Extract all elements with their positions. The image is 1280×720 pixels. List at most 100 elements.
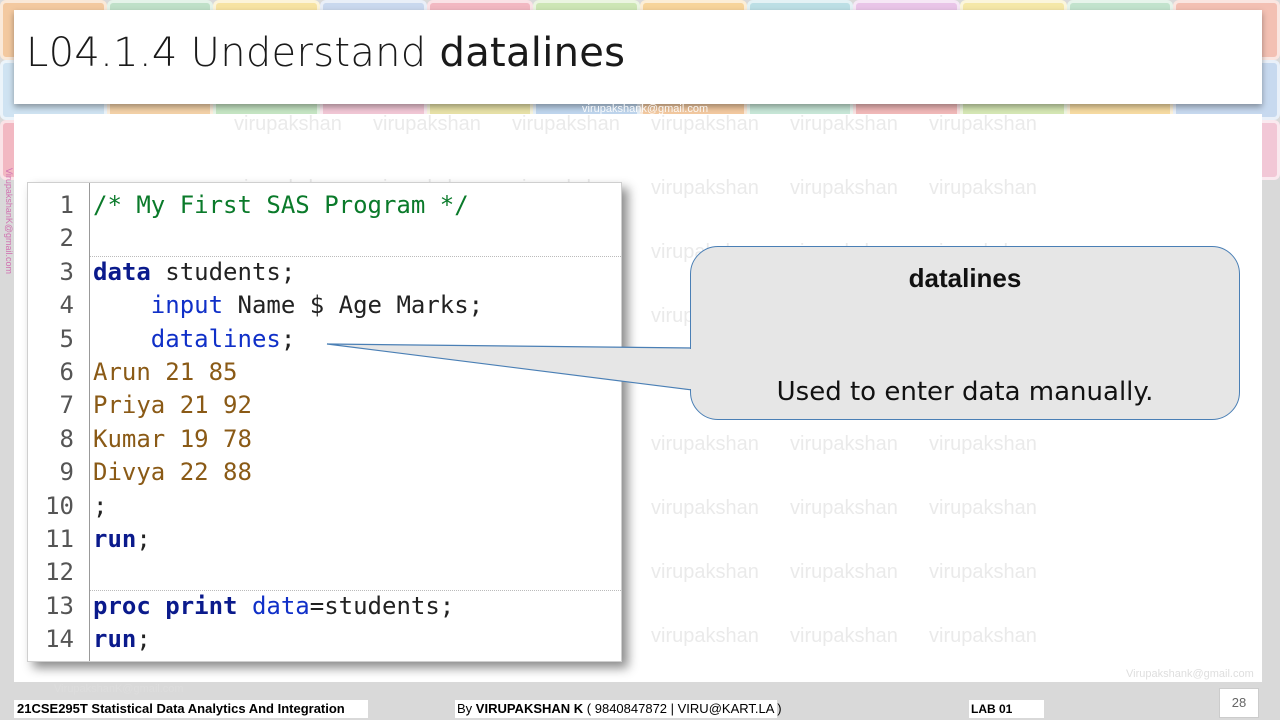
watermark-text: virupakshan <box>929 624 1037 647</box>
title-keyword: datalines <box>439 30 626 76</box>
code-text: datalines; <box>93 323 296 356</box>
code-line: 14 run; <box>28 623 621 656</box>
code-line: 12 <box>28 556 621 589</box>
watermark-text: virupakshan <box>929 112 1037 135</box>
code-text: Arun 21 85 <box>93 356 238 389</box>
line-number: 13 <box>45 591 74 620</box>
code-line: 2 <box>28 222 621 255</box>
line-number: 2 <box>59 224 74 253</box>
code-token: Name $ Age Marks; <box>223 291 484 320</box>
watermark-text: virupakshan <box>790 432 898 455</box>
code-separator <box>90 589 621 591</box>
code-text: Priya 21 92 <box>93 389 252 422</box>
code-token: Arun 21 85 <box>93 358 238 386</box>
callout-box: datalines Used to enter data manually. <box>690 246 1240 420</box>
watermark-text: virupakshan <box>651 560 759 583</box>
page-number: 28 <box>1219 688 1259 718</box>
author-name: VIRUPAKSHAN K <box>475 701 584 716</box>
code-token: Divya 22 88 <box>93 458 252 487</box>
code-token: datalines <box>150 324 281 353</box>
code-text: run; <box>93 623 151 656</box>
line-number: 4 <box>59 291 74 320</box>
code-line: 8 Kumar 19 78 <box>28 423 621 456</box>
watermark-text: virupakshan <box>651 112 759 135</box>
line-number: 3 <box>59 257 74 286</box>
watermark-text: virupakshan <box>651 624 759 647</box>
code-token: data <box>251 591 310 620</box>
watermark-text: virupakshan <box>790 560 898 583</box>
code-line: 6 Arun 21 85 <box>28 356 621 389</box>
code-token: run <box>93 525 137 553</box>
watermark-text: virupakshan <box>234 112 342 135</box>
watermark-text: virupakshan <box>651 176 759 199</box>
code-text: data students; <box>93 256 295 289</box>
line-number: 5 <box>59 324 74 353</box>
code-text: input Name $ Age Marks; <box>93 289 483 322</box>
line-number: 9 <box>59 458 74 487</box>
footer-email: VirupakshanK@gmail.com <box>54 683 184 695</box>
code-token: proc print <box>93 591 238 620</box>
footer-author: By VIRUPAKSHAN K ( 9840847872 | VIRU@KAR… <box>455 700 782 718</box>
watermark-text: virupakshan <box>651 432 759 455</box>
code-token: ; <box>280 324 296 353</box>
code-line: 13 proc print data=students; <box>28 590 621 623</box>
code-text: ; <box>93 490 107 523</box>
footer-lab: LAB 01 <box>969 700 1044 718</box>
watermark-text: virupakshan <box>651 496 759 519</box>
watermark-text: virupakshan <box>929 176 1037 199</box>
code-line: 1 /* My First SAS Program */ <box>28 189 621 222</box>
slide-title: L04.1.4 Understand datalines <box>26 30 625 76</box>
code-line: 10; <box>28 490 621 523</box>
code-separator <box>90 255 621 257</box>
code-text: proc print data=students; <box>93 590 454 623</box>
watermark-text: virupakshan <box>512 112 620 135</box>
code-token: ; <box>93 491 108 520</box>
code-editor: 1 /* My First SAS Program */ 2 3 data studen… <box>27 182 622 662</box>
line-number: 8 <box>59 424 74 453</box>
watermark-email-bottom-right: Virupakshank@gmail.com <box>1126 668 1254 680</box>
code-token: data <box>93 257 151 286</box>
title-bar: L04.1.4 Understand datalines <box>14 10 1262 104</box>
line-number: 12 <box>45 558 74 587</box>
line-number: 14 <box>45 625 74 654</box>
code-text: Kumar 19 78 <box>93 423 252 456</box>
callout-description: Used to enter data manually. <box>776 377 1154 407</box>
code-token: ; <box>136 625 151 654</box>
author-prefix: By <box>457 701 476 716</box>
watermark-text: virupakshan <box>929 560 1037 583</box>
code-text: run; <box>93 523 151 556</box>
title-prefix: L04.1.4 Understand <box>26 30 440 76</box>
code-line: 11 run; <box>28 523 621 556</box>
code-token: input <box>150 291 224 320</box>
watermark-text: virupakshan <box>790 624 898 647</box>
watermark-text: virupakshan <box>929 496 1037 519</box>
code-line: 3 data students; <box>28 256 621 289</box>
code-line: 9 Divya 22 88 <box>28 456 621 489</box>
line-number: 11 <box>45 525 74 553</box>
footer-course: 21CSE295T Statistical Data Analytics And… <box>14 700 368 718</box>
code-token: /* My First SAS Program */ <box>93 191 469 219</box>
code-text: Divya 22 88 <box>93 456 252 489</box>
code-token: =students; <box>309 591 455 620</box>
side-email: VirupakshanK@gmail.com <box>4 168 14 275</box>
code-line: 4 input Name $ Age Marks; <box>28 289 621 322</box>
watermark-text: virupakshan <box>929 432 1037 455</box>
code-line: 5 datalines; <box>28 323 621 356</box>
line-number: 6 <box>59 358 74 386</box>
watermark-text: virupakshan <box>790 176 898 199</box>
code-token: students; <box>150 257 296 286</box>
line-number: 10 <box>45 491 74 520</box>
code-line: 7 Priya 21 92 <box>28 389 621 422</box>
watermark-text: virupakshan <box>373 112 481 135</box>
code-token: run <box>93 625 137 654</box>
callout-title: datalines <box>908 263 1022 293</box>
watermark-text: virupakshan <box>790 496 898 519</box>
code-token: Kumar 19 78 <box>93 424 252 453</box>
code-token: Priya 21 92 <box>93 391 252 420</box>
code-text: /* My First SAS Program */ <box>93 189 469 222</box>
line-number: 1 <box>59 191 74 219</box>
line-number: 7 <box>59 391 74 420</box>
